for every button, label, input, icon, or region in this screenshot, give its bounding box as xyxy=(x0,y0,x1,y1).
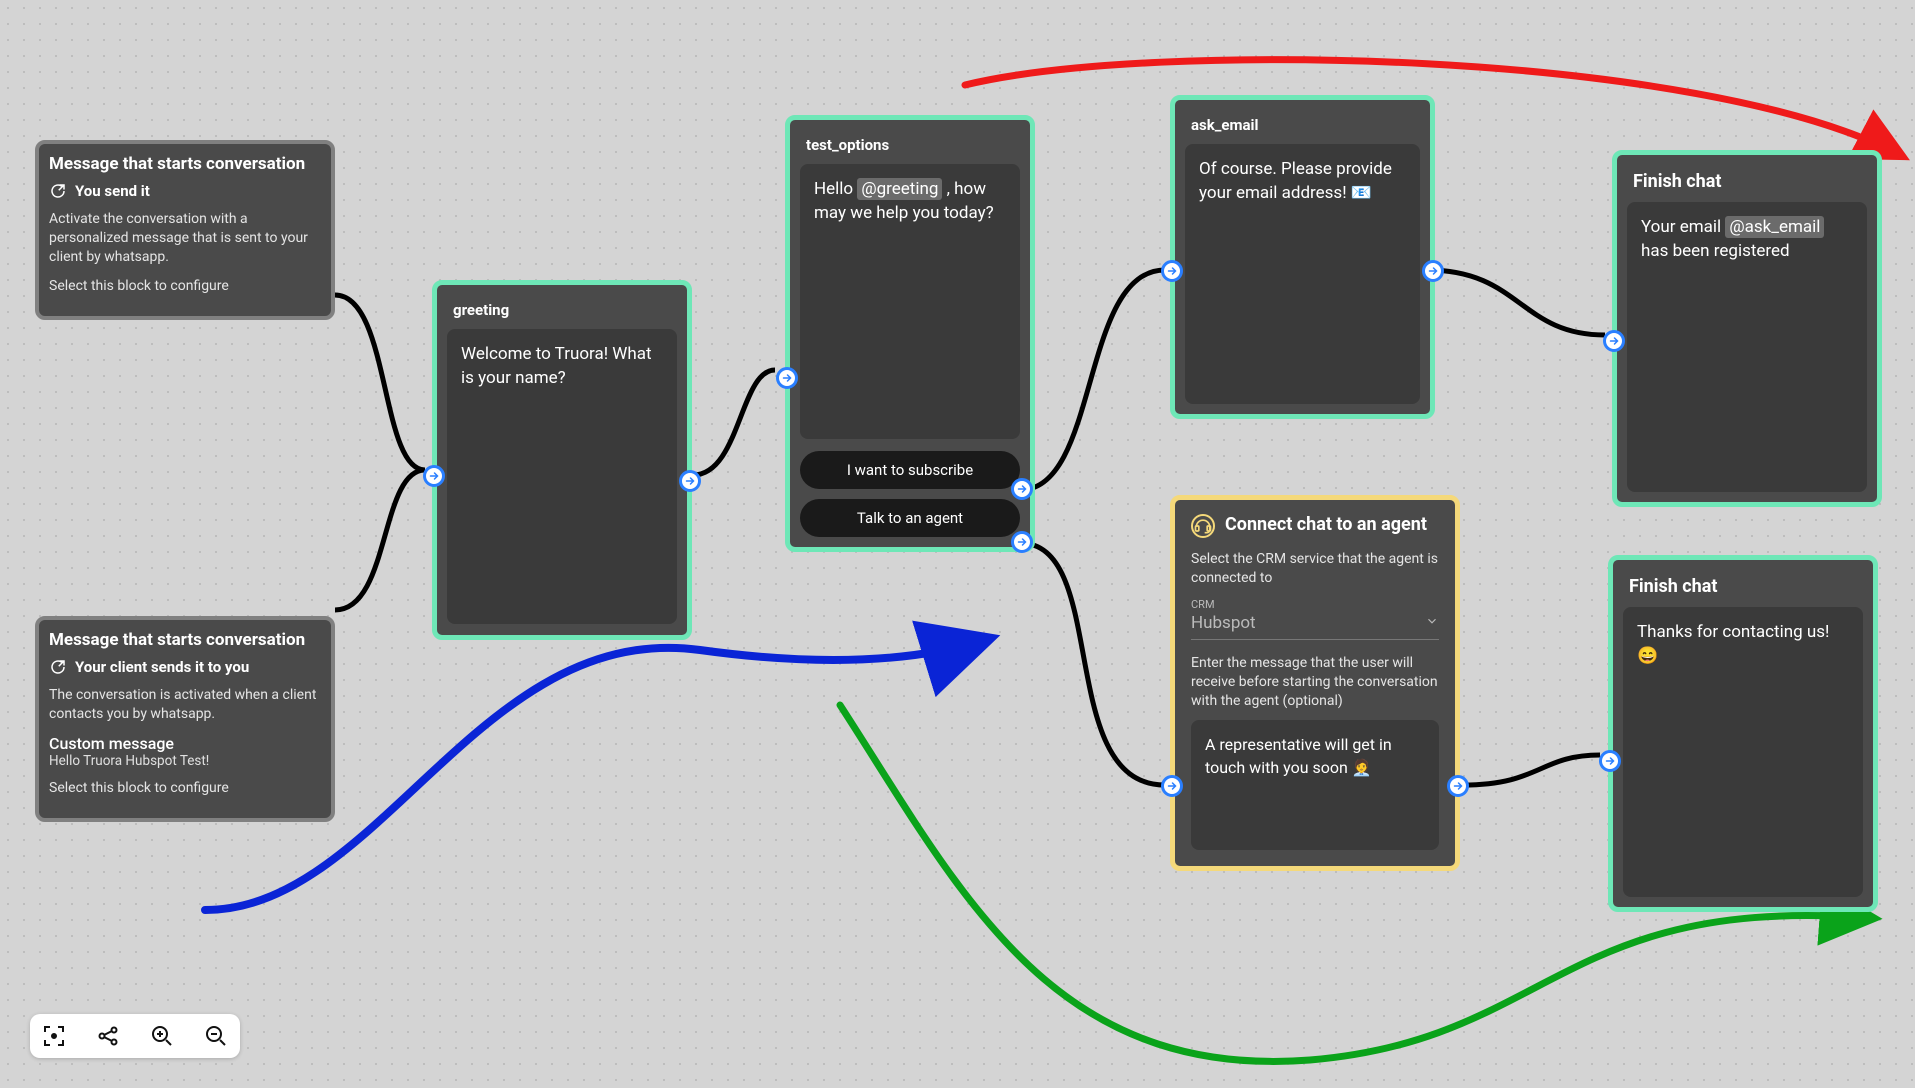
start2-custom-text: Hello Truora Hubspot Test! xyxy=(49,753,321,769)
agent-p2: Enter the message that the user will rec… xyxy=(1185,650,1445,715)
crm-select[interactable]: CRM Hubspot xyxy=(1191,598,1439,640)
share-button[interactable] xyxy=(94,1022,122,1050)
t-pre: Hello xyxy=(814,179,857,199)
port-in[interactable] xyxy=(776,367,798,389)
ask-email-name: ask_email xyxy=(1185,110,1420,144)
finish1-body: Your email @ask_email has been registere… xyxy=(1627,202,1867,492)
finish2-body: Thanks for contacting us! 😄 xyxy=(1623,607,1863,897)
start2-subtitle: Your client sends it to you xyxy=(75,658,249,676)
node-finish-2[interactable]: Finish chat Thanks for contacting us! 😄 xyxy=(1608,555,1878,912)
finish2-name: Finish chat xyxy=(1623,570,1863,607)
greeting-name: greeting xyxy=(447,295,677,329)
option-subscribe[interactable]: I want to subscribe xyxy=(800,451,1020,489)
port-out-opt2[interactable] xyxy=(1011,531,1033,553)
chevron-down-icon xyxy=(1425,613,1439,633)
zoom-in-button[interactable] xyxy=(148,1022,176,1050)
start1-desc: Activate the conversation with a persona… xyxy=(49,210,321,267)
start-block-inbound[interactable]: Message that starts conversation Your cl… xyxy=(35,616,335,822)
crm-label: CRM xyxy=(1191,598,1439,611)
start1-title: Message that starts conversation xyxy=(49,154,321,174)
node-connect-agent[interactable]: Connect chat to an agent Select the CRM … xyxy=(1170,495,1460,871)
agent-p1: Select the CRM service that the agent is… xyxy=(1185,546,1445,592)
headset-icon xyxy=(1191,514,1215,538)
port-in[interactable] xyxy=(423,465,445,487)
start2-custom-label: Custom message xyxy=(49,734,321,753)
node-test-options[interactable]: test_options Hello @greeting , how may w… xyxy=(785,115,1035,552)
f1-pre: Your email xyxy=(1641,217,1725,237)
crm-value: Hubspot xyxy=(1191,613,1256,633)
start2-title: Message that starts conversation xyxy=(49,630,321,650)
port-out[interactable] xyxy=(1447,775,1469,797)
port-out[interactable] xyxy=(679,470,701,492)
chat-in-icon xyxy=(49,658,67,676)
start1-hint: Select this block to configure xyxy=(49,277,321,296)
agent-title: Connect chat to an agent xyxy=(1225,514,1427,536)
port-in[interactable] xyxy=(1603,330,1625,352)
port-in[interactable] xyxy=(1161,260,1183,282)
start1-subtitle: You send it xyxy=(75,182,150,200)
zoom-out-button[interactable] xyxy=(202,1022,230,1050)
node-greeting[interactable]: greeting Welcome to Truora! What is your… xyxy=(432,280,692,640)
finish1-name: Finish chat xyxy=(1627,165,1867,202)
port-out-opt1[interactable] xyxy=(1011,478,1033,500)
node-ask-email[interactable]: ask_email Of course. Please provide your… xyxy=(1170,95,1435,419)
start-block-outbound[interactable]: Message that starts conversation You sen… xyxy=(35,140,335,320)
port-in[interactable] xyxy=(1161,775,1183,797)
port-out[interactable] xyxy=(1422,260,1444,282)
start2-hint: Select this block to configure xyxy=(49,779,321,798)
agent-msg[interactable]: A representative will get in touch with … xyxy=(1191,720,1439,850)
start2-desc: The conversation is activated when a cli… xyxy=(49,686,321,724)
var-ask-email-tag: @ask_email xyxy=(1725,216,1824,238)
port-in[interactable] xyxy=(1599,750,1621,772)
test-options-body: Hello @greeting , how may we help you to… xyxy=(800,164,1020,439)
greeting-body: Welcome to Truora! What is your name? xyxy=(447,329,677,624)
chat-out-icon xyxy=(49,182,67,200)
fit-view-button[interactable] xyxy=(40,1022,68,1050)
f1-post: has been registered xyxy=(1641,241,1790,261)
node-finish-1[interactable]: Finish chat Your email @ask_email has be… xyxy=(1612,150,1882,507)
test-options-name: test_options xyxy=(800,130,1020,164)
canvas-toolbar xyxy=(30,1014,240,1058)
option-talk-agent[interactable]: Talk to an agent xyxy=(800,499,1020,537)
ask-email-body: Of course. Please provide your email add… xyxy=(1185,144,1420,404)
var-greeting-tag: @greeting xyxy=(857,178,942,200)
